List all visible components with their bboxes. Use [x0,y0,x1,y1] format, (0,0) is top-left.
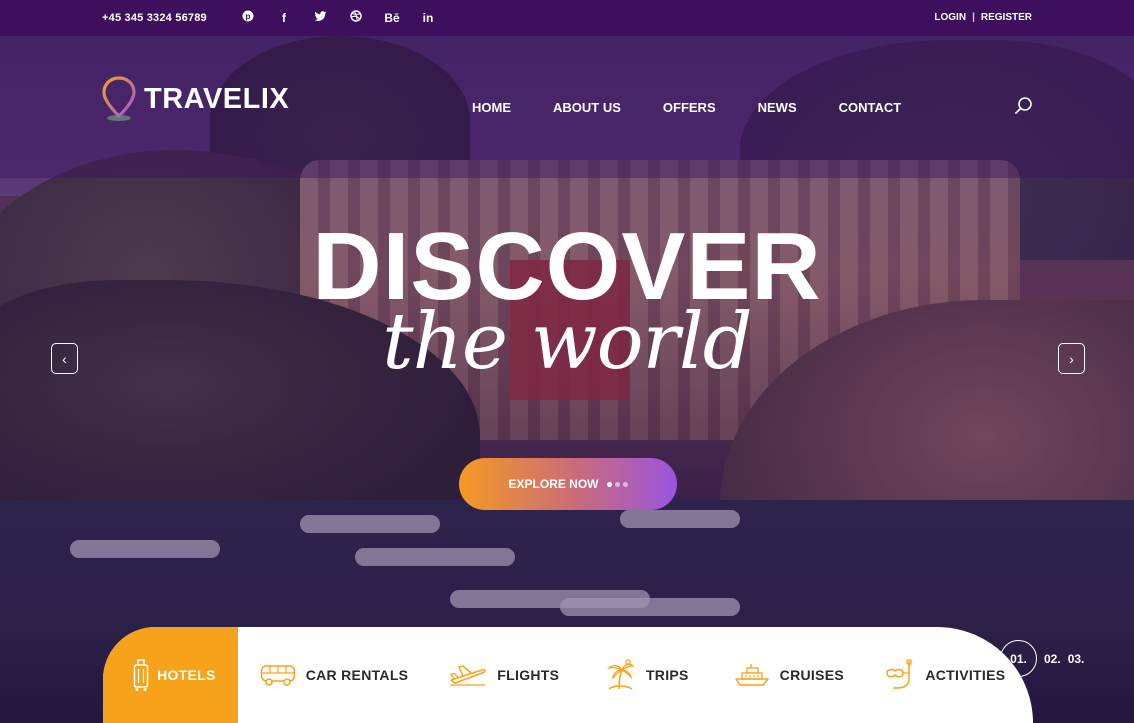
slide-number[interactable]: 03. [1068,652,1085,666]
explore-now-label: EXPLORE NOW [508,477,599,491]
category-bar: HOTELS CAR RENTALS FLIGHTS TRIPS CRUISES… [103,627,1033,723]
chevron-right-icon: › [1069,350,1074,367]
auth-separator: | [972,12,975,23]
category-hotels[interactable]: HOTELS [103,627,238,723]
category-label: FLIGHTS [497,667,560,683]
social-links: p f Bē in [240,9,436,27]
category-label: CRUISES [779,667,845,683]
auth-links: LOGIN | REGISTER [934,12,1032,23]
slide-number[interactable]: 02. [1044,652,1061,666]
logo[interactable]: TRAVELIX [102,76,289,122]
suitcase-icon [133,658,149,692]
slide-pagination: 01. 02. 03. [1000,640,1084,677]
nav-about-us[interactable]: ABOUT US [553,100,621,115]
main-nav: HOME ABOUT US OFFERS NEWS CONTACT [472,100,943,115]
category-label: TRIPS [645,667,689,683]
category-trips[interactable]: TRIPS [604,627,734,723]
explore-now-button[interactable]: EXPLORE NOW [459,458,677,510]
hero-subheadline: the world [382,297,752,387]
linkedin-icon[interactable]: in [420,9,436,27]
search-icon[interactable] [1014,96,1034,116]
behance-icon[interactable]: Bē [384,9,400,27]
facebook-icon[interactable]: f [276,9,292,27]
top-bar: +45 345 3324 56789 p f Bē in LOGIN | REG… [0,0,1134,36]
category-car-rentals[interactable]: CAR RENTALS [260,627,450,723]
nav-home[interactable]: HOME [472,100,511,115]
pinterest-icon[interactable]: p [240,9,256,27]
chevron-left-icon: ‹ [62,350,67,367]
category-flights[interactable]: FLIGHTS [449,627,604,723]
login-link[interactable]: LOGIN [934,12,966,23]
nav-offers[interactable]: OFFERS [663,100,716,115]
dribbble-icon[interactable] [348,9,364,27]
svg-text:p: p [246,12,251,21]
slider-next-button[interactable]: › [1058,343,1085,374]
slide-number-active[interactable]: 01. [1000,640,1037,677]
map-pin-icon [102,76,136,122]
category-label: ACTIVITIES [925,667,1006,683]
plane-icon [449,664,487,686]
register-link[interactable]: REGISTER [981,12,1032,23]
snorkel-mask-icon [883,659,915,691]
category-label: HOTELS [157,667,216,683]
bus-icon [260,664,296,686]
dots-icon [606,481,628,487]
twitter-icon[interactable] [312,9,328,27]
ship-icon [734,663,770,687]
category-label: CAR RENTALS [305,667,409,683]
palm-tree-icon [604,659,636,691]
slider-prev-button[interactable]: ‹ [51,343,78,374]
main-header: TRAVELIX HOME ABOUT US OFFERS NEWS CONTA… [0,36,1134,178]
nav-contact[interactable]: CONTACT [839,100,902,115]
logo-text: TRAVELIX [144,82,290,115]
nav-news[interactable]: NEWS [758,100,797,115]
phone-number: +45 345 3324 56789 [102,12,207,24]
category-cruises[interactable]: CRUISES [734,627,884,723]
